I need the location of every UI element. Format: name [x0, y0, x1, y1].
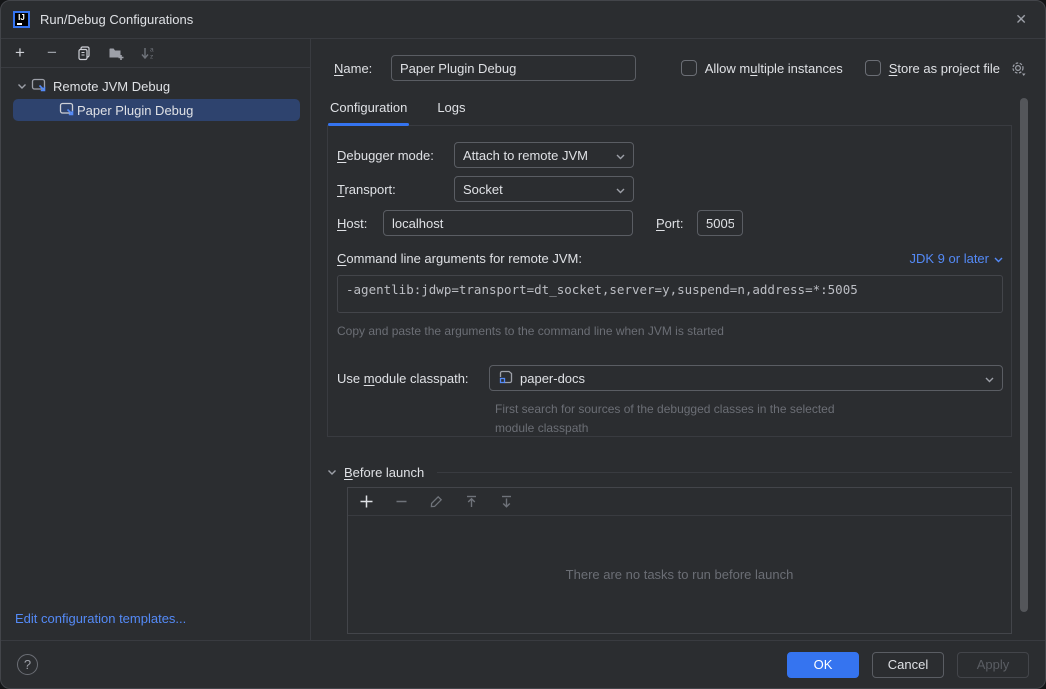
- dialog-title: Run/Debug Configurations: [40, 12, 193, 27]
- chevron-down-icon: [985, 371, 994, 386]
- host-port-row: Host: Port:: [337, 210, 1003, 236]
- tree-item-paper-plugin-debug[interactable]: Paper Plugin Debug: [13, 99, 300, 121]
- store-as-project-file-label: Store as project file: [889, 61, 1000, 76]
- editor-tabs: Configuration Logs: [327, 100, 1012, 126]
- before-launch-toolbar: [348, 488, 1011, 516]
- name-row: Name: Allow multiple instances Store as …: [334, 55, 1027, 81]
- apply-button: Apply: [957, 652, 1029, 678]
- move-task-down-icon[interactable]: [497, 493, 515, 511]
- configurations-tree: Remote JVM Debug Paper Plugin Debug: [1, 68, 310, 599]
- remote-debug-icon: [31, 77, 47, 96]
- sort-configurations-icon[interactable]: az: [139, 44, 157, 62]
- tab-logs[interactable]: Logs: [435, 100, 467, 125]
- dialog-footer: ? OK Cancel Apply: [1, 640, 1045, 688]
- store-as-project-file-checkbox[interactable]: [865, 60, 881, 76]
- add-task-icon[interactable]: [357, 493, 375, 511]
- help-icon[interactable]: ?: [17, 654, 38, 675]
- sidebar-toolbar: + − az: [1, 39, 310, 68]
- store-as-project-file-option[interactable]: Store as project file: [865, 60, 1000, 76]
- vertical-scrollbar[interactable]: [1020, 98, 1028, 612]
- store-settings-gear-icon[interactable]: [1010, 60, 1027, 77]
- transport-row: Transport: Socket: [337, 176, 1003, 202]
- name-input[interactable]: [391, 55, 636, 81]
- new-folder-icon[interactable]: [107, 44, 125, 62]
- chevron-down-icon[interactable]: [327, 469, 337, 476]
- close-icon[interactable]: ✕: [1011, 9, 1031, 30]
- remove-configuration-icon[interactable]: −: [43, 44, 61, 62]
- intellij-logo-icon: IJ: [13, 11, 30, 28]
- run-debug-configurations-dialog: IJ Run/Debug Configurations ✕ + − az: [0, 0, 1046, 689]
- ok-button[interactable]: OK: [787, 652, 859, 678]
- name-label: Name:: [334, 61, 378, 76]
- tree-group-label: Remote JVM Debug: [53, 79, 170, 94]
- host-input[interactable]: [383, 210, 633, 236]
- before-launch-label: Before launch: [344, 465, 424, 480]
- chevron-down-icon[interactable]: [17, 83, 27, 90]
- configurations-sidebar: + − az: [1, 39, 311, 640]
- debugger-mode-label: Debugger mode:: [337, 148, 454, 163]
- copy-configuration-icon[interactable]: [75, 44, 93, 62]
- port-input[interactable]: [697, 210, 743, 236]
- module-classpath-hint: First search for sources of the debugged…: [495, 400, 1003, 437]
- remove-task-icon[interactable]: [392, 493, 410, 511]
- move-task-up-icon[interactable]: [462, 493, 480, 511]
- before-launch-header[interactable]: Before launch: [327, 465, 1012, 480]
- allow-multiple-instances-label: Allow multiple instances: [705, 61, 843, 76]
- before-launch-tasks-panel: There are no tasks to run before launch: [347, 487, 1012, 634]
- module-classpath-row: Use module classpath: paper-docs: [337, 365, 1003, 391]
- remote-debug-icon: [59, 101, 75, 120]
- svg-text:a: a: [150, 47, 154, 54]
- svg-text:z: z: [150, 54, 153, 61]
- before-launch-empty-text: There are no tasks to run before launch: [348, 516, 1011, 633]
- configuration-tab-panel: Debugger mode: Attach to remote JVM Tran…: [327, 126, 1012, 437]
- debugger-mode-select[interactable]: Attach to remote JVM: [454, 142, 634, 168]
- jdk-version-select[interactable]: JDK 9 or later: [910, 251, 1003, 266]
- cmdline-arguments-input[interactable]: -agentlib:jdwp=transport=dt_socket,serve…: [337, 275, 1003, 313]
- cmdline-arguments-label: Command line arguments for remote JVM:: [337, 251, 582, 266]
- configuration-editor: Name: Allow multiple instances Store as …: [311, 39, 1045, 640]
- allow-multiple-instances-option[interactable]: Allow multiple instances: [681, 60, 843, 76]
- transport-label: Transport:: [337, 182, 454, 197]
- chevron-down-icon: [994, 251, 1003, 266]
- tree-item-label: Paper Plugin Debug: [77, 103, 193, 118]
- cmdline-label-row: Command line arguments for remote JVM: J…: [337, 251, 1003, 266]
- debugger-mode-row: Debugger mode: Attach to remote JVM: [337, 142, 1003, 168]
- chevron-down-icon: [616, 182, 625, 197]
- chevron-down-icon: [616, 148, 625, 163]
- module-icon: [498, 369, 514, 388]
- module-classpath-select[interactable]: paper-docs: [489, 365, 1003, 391]
- allow-multiple-instances-checkbox[interactable]: [681, 60, 697, 76]
- title-bar: IJ Run/Debug Configurations ✕: [1, 1, 1045, 39]
- section-divider: [437, 472, 1012, 473]
- tab-configuration[interactable]: Configuration: [328, 100, 409, 125]
- tree-group-remote-jvm-debug[interactable]: Remote JVM Debug: [1, 75, 310, 97]
- edit-task-icon[interactable]: [427, 493, 445, 511]
- add-configuration-icon[interactable]: +: [11, 44, 29, 62]
- edit-configuration-templates-link[interactable]: Edit configuration templates...: [1, 599, 310, 640]
- cancel-button[interactable]: Cancel: [872, 652, 944, 678]
- module-classpath-label: Use module classpath:: [337, 371, 489, 386]
- transport-select[interactable]: Socket: [454, 176, 634, 202]
- cmdline-hint: Copy and paste the arguments to the comm…: [337, 324, 1003, 338]
- port-label: Port:: [656, 216, 697, 231]
- host-label: Host:: [337, 216, 383, 231]
